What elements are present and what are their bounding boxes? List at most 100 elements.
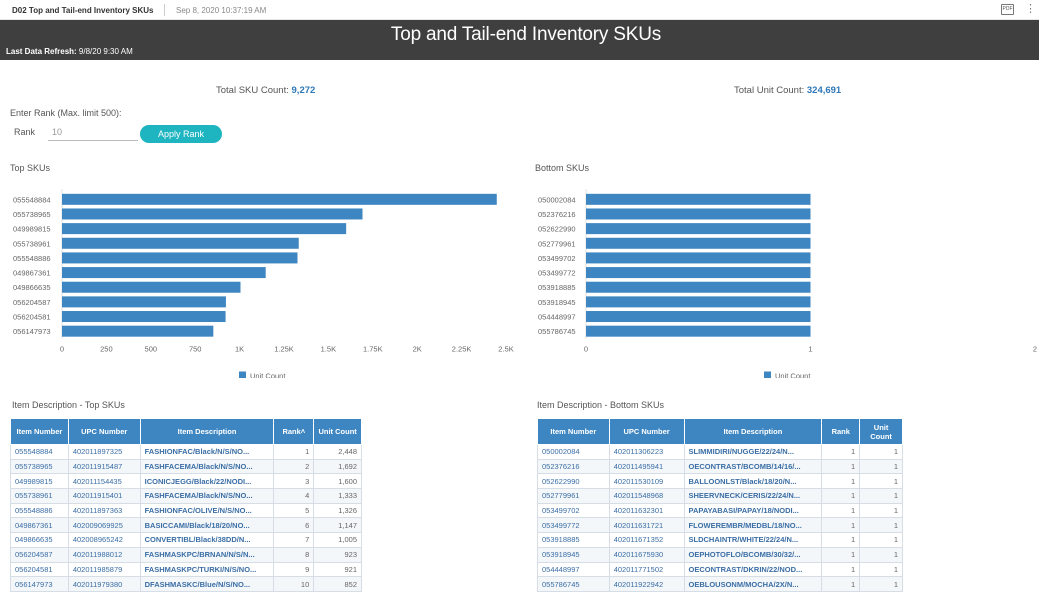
column-header[interactable]: Unit Count xyxy=(859,418,903,445)
table-row[interactable]: 053499702 402011632301 PAPAYABASI/PAPAY/18… xyxy=(537,502,903,519)
table-cell: 055786745 xyxy=(537,576,610,592)
table-cell: 402011988012 xyxy=(67,546,141,563)
bar[interactable] xyxy=(586,223,811,235)
table-cell: FASHFACEMA/Black/N/S/NO... xyxy=(139,488,275,504)
bar[interactable] xyxy=(62,237,299,249)
table-row[interactable]: 056204587 402011988012 FASHMASKPC/BRNAN/N/… xyxy=(10,546,362,563)
table-row[interactable]: 050002084 402011306223 SLIMMIDIRI/NUGGE/22… xyxy=(537,444,903,460)
table-row[interactable]: 049989815 402011154435 ICONICJEGG/Black/22… xyxy=(10,473,362,490)
table-cell: OECONTRAST/BCOMB/14/16/... xyxy=(683,458,823,475)
table-cell: OEBLOUSONM/MOCHA/2X/N... xyxy=(683,576,823,592)
table-cell: 1 xyxy=(821,561,861,578)
legend-label: Unit Count xyxy=(250,372,286,379)
x-tick-label: 2.5K xyxy=(498,345,513,354)
table-cell: 054448997 xyxy=(537,561,610,578)
table-row[interactable]: 052622990 402011530109 BALLOONLST/Black/18… xyxy=(537,473,903,490)
table-cell: 053499702 xyxy=(537,502,610,519)
page-title: Top and Tail-end Inventory SKUs xyxy=(390,24,662,45)
table-cell: 1 xyxy=(859,444,903,460)
table-row[interactable]: 055738965 402011915487 FASHFACEMA/Black/N/… xyxy=(10,458,362,475)
table-row[interactable]: 056147973 402011979380 DFASHMASKC/Blue/N/S… xyxy=(10,576,362,592)
column-header[interactable]: Item Number xyxy=(537,418,610,445)
category-label: 054448997 xyxy=(538,313,576,322)
table-cell: DFASHMASKC/Blue/N/S/NO... xyxy=(139,576,275,592)
table-header-row: Item Number UPC Number Item Description Ran… xyxy=(10,418,362,445)
bar[interactable] xyxy=(586,281,811,293)
column-header[interactable]: Item Description xyxy=(139,418,275,445)
table-cell: 402011985879 xyxy=(67,561,141,578)
table-cell: 1 xyxy=(859,488,903,504)
bar[interactable] xyxy=(586,193,811,205)
bar[interactable] xyxy=(586,296,811,308)
bar[interactable] xyxy=(62,193,497,205)
more-options-icon[interactable]: ⋮ xyxy=(1025,2,1036,16)
table-cell: 1 xyxy=(821,488,861,504)
table-cell: 10 xyxy=(273,576,315,592)
bottom-skus-table: Item Number UPC Number Item Description Ran… xyxy=(537,418,903,592)
column-header[interactable]: Unit Count xyxy=(313,418,362,445)
category-label: 052376216 xyxy=(538,210,576,219)
export-pdf-icon[interactable]: PDF xyxy=(1001,4,1014,15)
category-label: 055548884 xyxy=(13,195,51,204)
table-cell: 052376216 xyxy=(537,458,610,475)
bar[interactable] xyxy=(62,208,363,220)
table-cell: 1 xyxy=(859,561,903,578)
table-row[interactable]: 055548884 402011897325 FASHIONFAC/Black/N/… xyxy=(10,444,362,460)
table-row[interactable]: 056204581 402011985879 FASHMASKPC/TURKI/N/… xyxy=(10,561,362,578)
rank-prompt: Enter Rank (Max. limit 500): xyxy=(10,108,122,118)
table-row[interactable]: 055786745 402011922942 OEBLOUSONM/MOCHA/2X… xyxy=(537,576,903,592)
table-row[interactable]: 054448997 402011771502 OECONTRAST/DKRIN/22… xyxy=(537,561,903,578)
table-cell: 1 xyxy=(821,576,861,592)
bar[interactable] xyxy=(586,267,811,279)
table-cell: SLDCHAINTR/WHITE/22/24/N... xyxy=(683,532,823,548)
x-tick-label: 2K xyxy=(413,345,422,354)
table-row[interactable]: 053918945 402011675930 OEPHOTOFLO/BCOMB/30… xyxy=(537,546,903,563)
bar[interactable] xyxy=(62,281,241,293)
bar[interactable] xyxy=(62,252,298,264)
column-header[interactable]: UPC Number xyxy=(608,418,685,445)
category-label: 053499702 xyxy=(538,254,576,263)
table-row[interactable]: 055738961 402011915401 FASHFACEMA/Black/N/… xyxy=(10,488,362,504)
bar[interactable] xyxy=(586,325,811,337)
table-row[interactable]: 055548886 402011897363 FASHIONFAC/OLIVE/N/… xyxy=(10,502,362,519)
table-cell: 9 xyxy=(273,561,315,578)
column-header[interactable]: Item Description xyxy=(683,418,823,445)
dashboard-tab[interactable]: D02 Top and Tail-end Inventory SKUs xyxy=(12,6,154,15)
bar[interactable] xyxy=(62,311,226,323)
table-row[interactable]: 053499772 402011631721 FLOWEREMBR/MEDBL/18… xyxy=(537,517,903,534)
table-cell: ICONICJEGG/Black/22/NODI... xyxy=(139,473,275,490)
bar[interactable] xyxy=(586,208,811,220)
bar[interactable] xyxy=(62,267,266,279)
table-cell: 2,448 xyxy=(313,444,362,460)
bar[interactable] xyxy=(586,311,811,323)
column-header[interactable]: Item Number xyxy=(10,418,69,445)
bar[interactable] xyxy=(62,325,214,337)
refresh-value: 9/8/20 9:30 AM xyxy=(78,47,133,56)
table-cell: 053918885 xyxy=(537,532,610,548)
rank-input[interactable] xyxy=(48,124,138,141)
table-row[interactable]: 052779961 402011548968 SHEERVNECK/CERIS/22… xyxy=(537,488,903,504)
column-header[interactable]: Rank xyxy=(821,418,861,445)
table-cell: 1 xyxy=(821,502,861,519)
table-row[interactable]: 052376216 402011495941 OECONTRAST/BCOMB/14… xyxy=(537,458,903,475)
rank-label: Rank xyxy=(14,127,36,137)
bar[interactable] xyxy=(62,223,347,235)
bar[interactable] xyxy=(586,237,811,249)
category-label: 050002084 xyxy=(538,195,576,204)
x-tick-label: 1.75K xyxy=(363,345,383,354)
table-row[interactable]: 049866635 402008965242 CONVERTIBL/Black/38… xyxy=(10,532,362,548)
bar[interactable] xyxy=(586,252,811,264)
legend-label: Unit Count xyxy=(775,372,811,379)
table-row[interactable]: 049867361 402009069925 BASICCAMI/Black/18/… xyxy=(10,517,362,534)
table-cell: 852 xyxy=(313,576,362,592)
category-label: 055548886 xyxy=(13,254,51,263)
bar[interactable] xyxy=(62,296,226,308)
table-cell: FLOWEREMBR/MEDBL/18/NO... xyxy=(683,517,823,534)
apply-rank-button[interactable]: Apply Rank xyxy=(140,125,222,143)
column-header[interactable]: UPC Number xyxy=(67,418,141,445)
total-sku-kpi: Total SKU Count: 9,272 xyxy=(216,85,315,96)
table-cell: 4 xyxy=(273,488,315,504)
total-unit-value: 324,691 xyxy=(806,85,842,96)
column-header[interactable]: Rank˄ xyxy=(273,418,315,445)
table-row[interactable]: 053918885 402011671352 SLDCHAINTR/WHITE/22… xyxy=(537,532,903,548)
